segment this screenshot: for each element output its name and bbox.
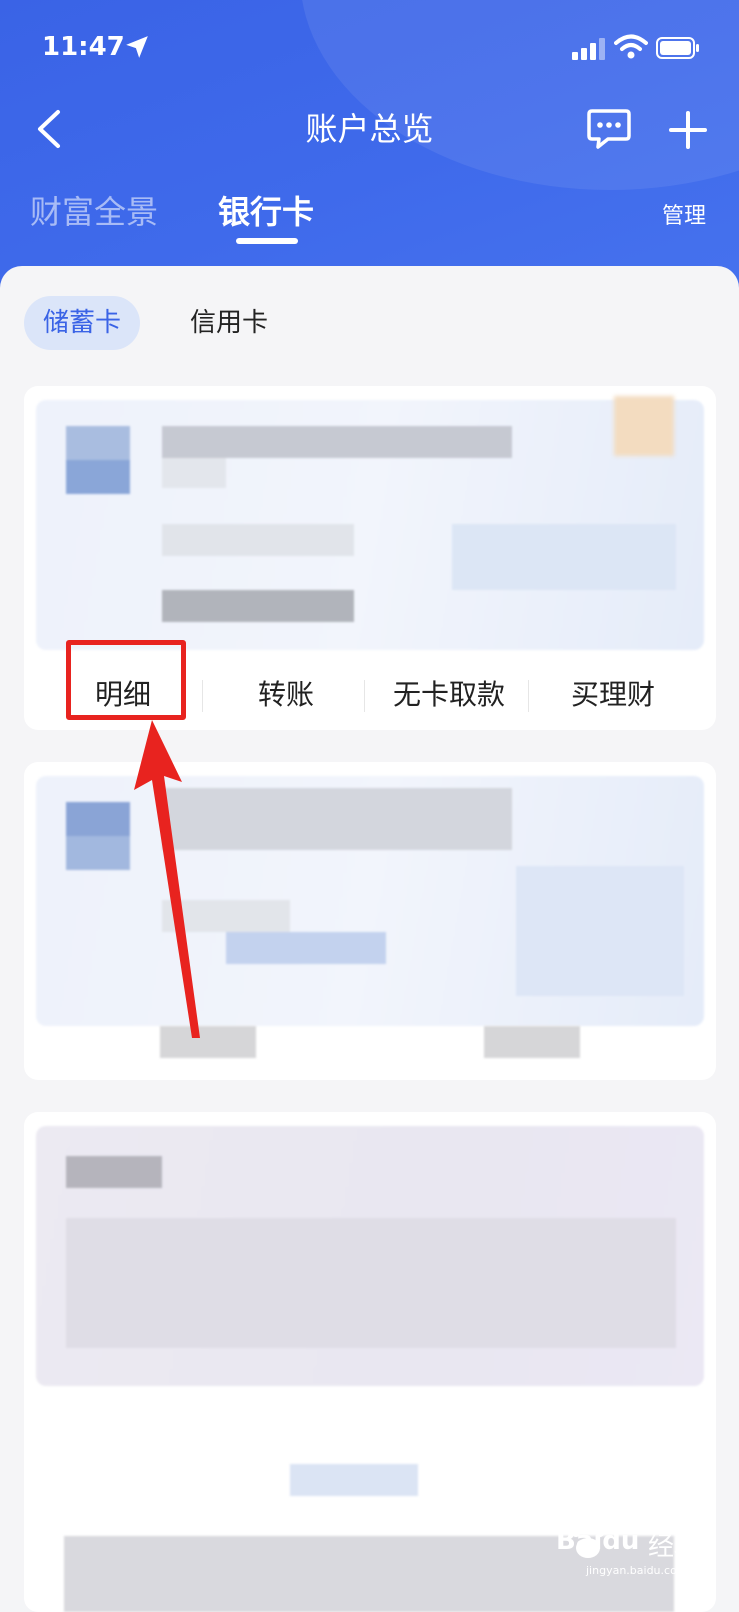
action-label-blurred [160,1026,256,1058]
card-info-blurred [36,1126,704,1386]
segment-debit-card[interactable]: 储蓄卡 [24,296,140,350]
card-info-blurred [36,400,704,650]
watermark-site: jingyan.baidu.com [586,1564,688,1577]
cellular-signal-icon [572,38,605,60]
watermark-brand: Baidu [556,1526,640,1556]
action-label-blurred [290,1464,418,1496]
card-name-blurred [162,426,512,458]
transfer-button[interactable]: 转账 [202,660,370,730]
status-time: 11:47 [42,32,125,62]
status-bar: 11:47 [0,0,739,92]
tab-active-indicator [236,238,298,244]
card-name-blurred [162,788,512,850]
add-icon[interactable] [668,110,708,150]
card-action-bar: 明细 转账 无卡取款 买理财 [24,660,716,730]
manage-button[interactable]: 管理 [662,198,706,230]
card-number-blurred [162,900,290,932]
tab-wealth-overview[interactable]: 财富全景 [30,190,158,234]
card-info-blurred [36,776,704,1026]
wifi-icon [614,34,648,59]
detail-button[interactable]: 明细 [68,660,178,730]
battery-icon [656,37,699,59]
action-label-blurred [484,1026,580,1058]
card-number-blurred [162,524,354,556]
debit-card-item[interactable]: 明细 转账 无卡取款 买理财 [24,386,716,730]
card-number-blurred [66,1218,676,1348]
location-arrow-icon [126,36,148,58]
bank-logo-blurred [66,802,130,836]
segment-credit-card[interactable]: 信用卡 [190,296,268,350]
card-balance-blurred [162,590,354,622]
cardless-withdrawal-button[interactable]: 无卡取款 [364,660,534,730]
watermark-label: 经验 [648,1532,701,1562]
bank-logo-blurred [66,1156,162,1188]
card-badge-blurred [614,396,674,456]
bank-logo-blurred [66,426,130,460]
message-icon[interactable] [586,108,632,150]
header: 11:47 账户总览 财富全景 银行卡 管理 [0,0,739,300]
buy-wealth-product-button[interactable]: 买理财 [528,660,698,730]
watermark: Baidu 经验 jingyan.baidu.com [556,1508,736,1588]
card-balance-blurred [226,932,386,964]
content-panel: 储蓄卡 信用卡 明细 转账 无卡取款 买理财 [0,266,739,1612]
tab-bank-card[interactable]: 银行卡 [218,190,314,234]
debit-card-item[interactable] [24,762,716,1080]
